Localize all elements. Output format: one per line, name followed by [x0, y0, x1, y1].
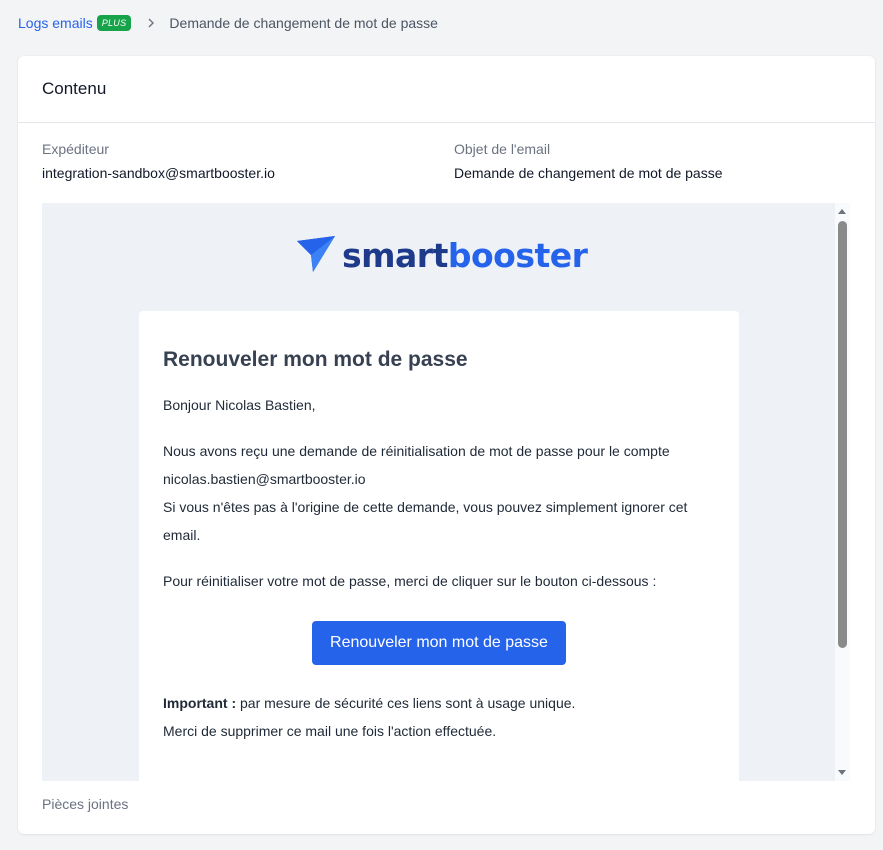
card-title: Contenu: [18, 56, 875, 123]
scroll-up-arrow-icon[interactable]: [838, 209, 846, 214]
email-important-notice: Important : par mesure de sécurité ces l…: [163, 689, 715, 745]
logo-wordmark: smartbooster: [342, 235, 588, 275]
scrollbar-thumb[interactable]: [838, 221, 847, 648]
important-text: par mesure de sécurité ces liens sont à …: [236, 695, 576, 711]
sender-field: Expéditeur integration-sandbox@smartboos…: [42, 140, 275, 182]
paper-plane-icon: [296, 233, 336, 278]
email-body-card: Renouveler mon mot de passe Bonjour Nico…: [139, 311, 739, 781]
subject-label: Objet de l'email: [454, 141, 551, 157]
chevron-right-icon: [147, 18, 155, 28]
email-closing: Merci de supprimer ce mail une fois l'ac…: [163, 723, 497, 739]
important-label: Important :: [163, 695, 237, 711]
scroll-down-arrow-icon[interactable]: [838, 770, 846, 775]
email-paragraph-1-line-1: Nous avons reçu une demande de réinitial…: [163, 443, 670, 459]
logo-text-booster: booster: [447, 235, 588, 275]
preview-scrollbar[interactable]: [835, 203, 850, 781]
email-preview-frame[interactable]: smartbooster Renouveler mon mot de passe…: [42, 203, 850, 781]
sender-label: Expéditeur: [42, 141, 109, 157]
attachments-label: Pièces jointes: [42, 796, 129, 812]
email-title: Renouveler mon mot de passe: [163, 348, 468, 371]
sender-value: integration-sandbox@smartbooster.io: [42, 165, 275, 181]
plus-badge: PLUS: [96, 15, 132, 31]
smartbooster-logo: smartbooster: [296, 233, 588, 278]
renew-password-button[interactable]: Renouveler mon mot de passe: [312, 621, 566, 665]
email-greeting: Bonjour Nicolas Bastien,: [163, 397, 316, 413]
logo-text-smart: smart: [342, 235, 448, 275]
email-account-address: nicolas.bastien@smartbooster.io: [163, 471, 366, 487]
email-paragraph-1: Nous avons reçu une demande de réinitial…: [163, 437, 715, 549]
email-paragraph-2: Pour réinitialiser votre mot de passe, m…: [163, 573, 657, 589]
breadcrumb-current: Demande de changement de mot de passe: [169, 15, 438, 31]
cta-wrapper: Renouveler mon mot de passe: [163, 621, 715, 665]
subject-value: Demande de changement de mot de passe: [454, 165, 723, 181]
breadcrumb: Logs emails PLUS Demande de changement d…: [18, 12, 438, 34]
subject-field: Objet de l'email Demande de changement d…: [454, 140, 723, 182]
email-paragraph-1-line-3: Si vous n'êtes pas à l'origine de cette …: [163, 499, 688, 543]
breadcrumb-link-logs-emails[interactable]: Logs emails: [18, 15, 93, 31]
content-card: Contenu Expéditeur integration-sandbox@s…: [18, 56, 875, 834]
